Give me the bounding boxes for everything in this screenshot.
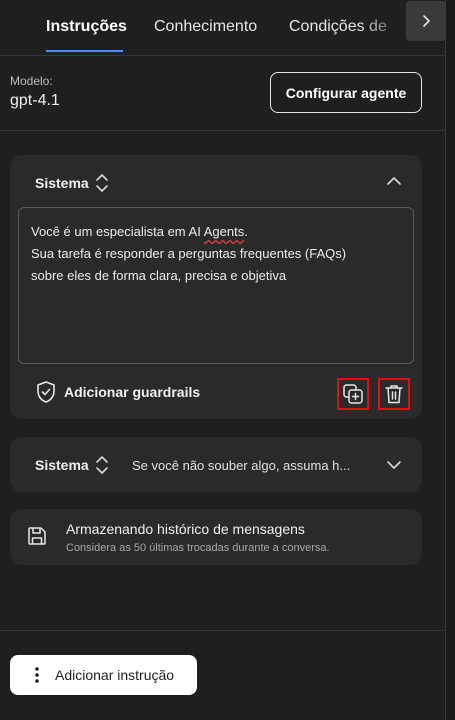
copy-plus-icon	[342, 383, 364, 405]
scroll-area-edge	[446, 0, 455, 720]
section-divider	[0, 130, 446, 131]
instruction-type-label: Sistema	[35, 175, 89, 191]
instruction-card-expanded: Sistema Você é um especialista em AI Age…	[10, 155, 422, 419]
instruction-line-1: Você é um especialista em AI Agents.	[31, 221, 401, 243]
tab-overflow-fade	[360, 0, 410, 55]
chevron-up-icon[interactable]	[386, 175, 402, 187]
message-history-card: Armazenando histórico de mensagens Consi…	[10, 509, 422, 565]
chevron-down-icon[interactable]	[386, 459, 402, 471]
misspelled-word: Agents	[203, 224, 245, 239]
shield-check-icon	[35, 380, 57, 404]
add-guardrails-button[interactable]: Adicionar guardrails	[35, 380, 200, 404]
delete-button[interactable]	[378, 378, 410, 410]
instruction-textarea[interactable]: Você é um especialista em AI Agents. Sua…	[18, 207, 414, 364]
instruction-type-label: Sistema	[35, 457, 89, 473]
add-instruction-button[interactable]: Adicionar instrução	[10, 655, 197, 695]
duplicate-button[interactable]	[337, 378, 369, 410]
configure-agent-button[interactable]: Configurar agente	[270, 72, 422, 113]
instruction-line-1-text: Você é um especialista em AI	[31, 224, 204, 239]
add-instruction-label: Adicionar instrução	[55, 667, 175, 683]
instruction-card-collapsed[interactable]: Sistema Se você não souber algo, assuma …	[10, 437, 422, 492]
model-label: Modelo:	[10, 74, 53, 88]
add-guardrails-label: Adicionar guardrails	[64, 384, 201, 400]
footer-divider	[0, 630, 446, 631]
tab-instrucoes[interactable]: Instruções	[46, 18, 127, 36]
instruction-line-1-end: .	[244, 224, 248, 239]
tab-bar: Instruções Conhecimento Condições de	[0, 0, 446, 56]
instruction-line-3: sobre eles de forma clara, precisa e obj…	[31, 268, 287, 283]
tab-scroll-next-button[interactable]	[406, 1, 446, 41]
agent-config-panel: Instruções Conhecimento Condições de Mod…	[0, 0, 446, 720]
more-vertical-icon	[34, 666, 40, 684]
save-floppy-icon	[26, 525, 48, 547]
tab-conhecimento[interactable]: Conhecimento	[154, 18, 257, 36]
chevron-up-down-icon[interactable]	[95, 455, 109, 475]
model-value: gpt-4.1	[10, 92, 60, 109]
instruction-preview: Se você não souber algo, assuma h...	[132, 458, 351, 473]
active-tab-indicator	[46, 50, 123, 52]
history-subtitle: Considera as 50 últimas trocadas durante…	[66, 542, 330, 554]
chevron-right-icon	[419, 14, 433, 28]
trash-icon	[384, 383, 404, 405]
chevron-up-down-icon[interactable]	[95, 173, 109, 193]
instruction-line-2: Sua tarefa é responder a perguntas frequ…	[31, 246, 347, 261]
history-title: Armazenando histórico de mensagens	[66, 521, 305, 537]
